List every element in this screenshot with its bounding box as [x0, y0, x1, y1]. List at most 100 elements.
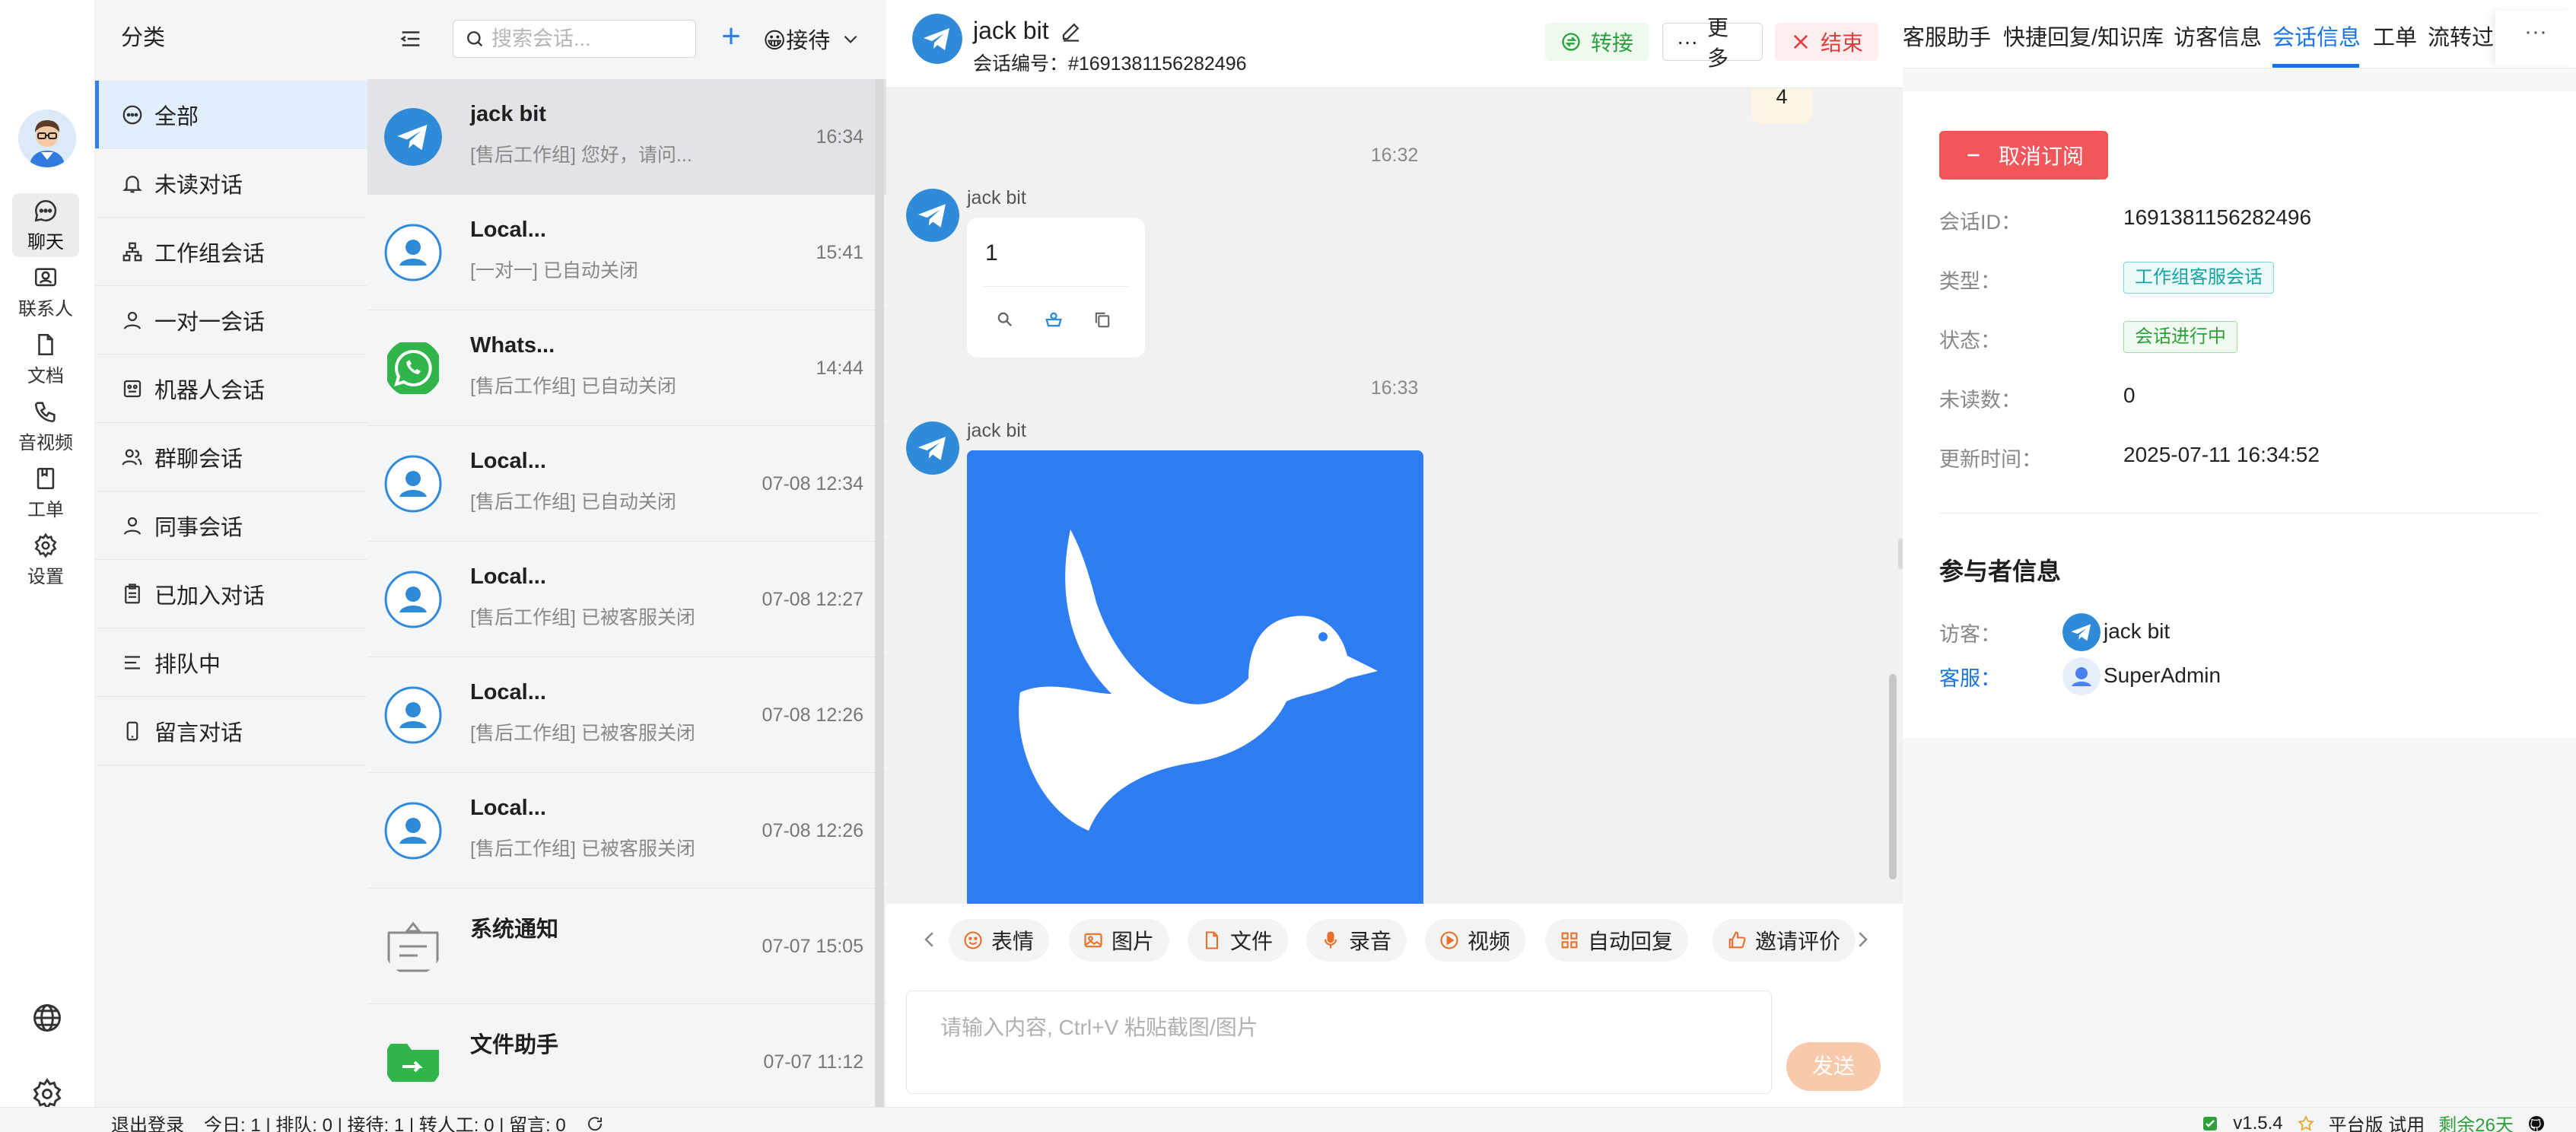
close-icon — [1793, 34, 1808, 49]
composer: 发送 — [886, 977, 1903, 1107]
image-message[interactable] — [967, 450, 1423, 904]
agent-avatar — [2062, 657, 2101, 695]
robot-icon — [123, 380, 142, 397]
conversation-item[interactable]: jack bit [售后工作组] 您好，请问... 16:34 — [367, 79, 886, 195]
category-label: 排队中 — [154, 652, 221, 677]
collapse-menu-icon[interactable] — [398, 26, 424, 52]
category-item-all[interactable]: 全部 — [95, 81, 367, 149]
conversation-item[interactable]: Local... [售后工作组] 已被客服关闭 07-08 12:26 — [367, 657, 886, 773]
robot-basket-icon[interactable] — [1043, 309, 1064, 330]
category-item-queue[interactable]: 排队中 — [95, 628, 367, 697]
edit-pencil-icon[interactable] — [1060, 20, 1083, 43]
message-avatar — [906, 189, 959, 242]
rail-item-av[interactable]: 音视频 — [12, 394, 79, 458]
status-label: 状态： — [1939, 329, 2001, 352]
group-icon — [122, 449, 142, 465]
chat-dots-icon — [122, 105, 142, 124]
category-item-colleague[interactable]: 同事会话 — [95, 491, 367, 560]
category-item-joined[interactable]: 已加入对话 — [95, 560, 367, 628]
record-button[interactable]: 录音 — [1306, 919, 1407, 962]
active-tab-indicator — [2272, 64, 2359, 68]
more-button[interactable]: ··· 更多 — [1662, 16, 1763, 70]
globe-icon[interactable] — [30, 1001, 64, 1035]
video-button[interactable]: 视频 — [1425, 919, 1526, 962]
user-avatar[interactable] — [18, 110, 76, 167]
image-button[interactable]: 图片 — [1069, 919, 1170, 962]
chat-scrollbar[interactable] — [1889, 674, 1897, 879]
receive-status-label: 😀接待 — [763, 29, 831, 53]
refresh-icon[interactable] — [586, 1115, 604, 1132]
conversation-item[interactable]: Local... [售后工作组] 已自动关闭 07-08 12:34 — [367, 426, 886, 542]
chevron-left-icon[interactable] — [918, 928, 941, 951]
telegram-icon — [912, 14, 962, 64]
search-icon[interactable] — [994, 309, 1016, 330]
conversation-time: 15:41 — [816, 242, 863, 263]
tab-flow[interactable]: 流转过 — [2428, 20, 2494, 52]
agent-avatar-icon — [2062, 657, 2101, 695]
end-chat-button[interactable]: 结束 — [1775, 23, 1878, 61]
rail-item-docs[interactable]: 文档 — [12, 327, 79, 391]
category-item-workgroup[interactable]: 工作组会话 — [95, 218, 367, 286]
conversation-item[interactable]: 文件助手 07-07 11:12 — [367, 1004, 886, 1107]
chevron-right-icon[interactable] — [1851, 928, 1874, 951]
ticket-icon — [37, 467, 55, 489]
tab-ticket[interactable]: 工单 — [2373, 20, 2417, 52]
edition-text: 平台版 试用 — [2328, 1115, 2425, 1132]
conversation-item[interactable]: Whats... [售后工作组] 已自动关闭 14:44 — [367, 310, 886, 426]
rail-item-chat[interactable]: 聊天 — [12, 193, 79, 257]
unread-label: 未读数： — [1939, 389, 2021, 412]
conversation-item[interactable]: 系统通知 07-07 15:05 — [367, 889, 886, 1004]
message-input[interactable] — [906, 990, 1772, 1094]
tab-quick-reply[interactable]: 快捷回复/知识库 — [2003, 20, 2164, 52]
category-item-unread[interactable]: 未读对话 — [95, 149, 367, 218]
conversation-list-scrollbar[interactable] — [875, 79, 884, 1107]
icon-rail: 聊天 联系人 文档 音视频 工单 设置 — [0, 0, 95, 1110]
category-item-message[interactable]: 留言对话 — [95, 697, 367, 765]
more-label: 更多 — [1706, 16, 1728, 70]
tab-visitor-info[interactable]: 访客信息 — [2174, 20, 2262, 52]
send-button[interactable]: 发送 — [1786, 1042, 1881, 1091]
app-root: 聊天 联系人 文档 音视频 工单 设置 分类 全部 未读对话 工作组会话 一对一… — [0, 0, 2576, 1132]
conversation-item[interactable]: Local... [一对一] 已自动关闭 15:41 — [367, 195, 886, 310]
copy-icon[interactable] — [1092, 309, 1113, 330]
conversation-name: Whats... — [470, 333, 555, 358]
github-icon[interactable] — [2527, 1115, 2546, 1132]
chat-messages: 4 16:32 jack bit 1 16:33 jack bit — [886, 88, 1903, 904]
chat-contact-avatar[interactable] — [912, 14, 962, 64]
invite-rating-button[interactable]: 邀请评价 — [1713, 919, 1856, 962]
settings-gear-icon[interactable] — [30, 1077, 64, 1111]
tab-session-info[interactable]: 会话信息 — [2272, 20, 2361, 52]
rail-item-contacts[interactable]: 联系人 — [12, 260, 79, 324]
receive-status-dropdown[interactable]: 😀接待 — [763, 23, 860, 55]
category-item-group[interactable]: 群聊会话 — [95, 423, 367, 491]
conversation-item[interactable]: Local... [售后工作组] 已被客服关闭 07-08 12:26 — [367, 773, 886, 889]
category-item-robot[interactable]: 机器人会话 — [95, 355, 367, 423]
emoji-button[interactable]: 表情 — [949, 919, 1050, 962]
tab-assistant[interactable]: 客服助手 — [1903, 20, 1991, 52]
updated-time-label: 更新时间： — [1939, 448, 2042, 471]
more-dots-icon: ··· — [1677, 30, 1698, 53]
category-label: 一对一会话 — [154, 310, 266, 335]
file-button[interactable]: 文件 — [1188, 919, 1289, 962]
rail-item-settings[interactable]: 设置 — [12, 528, 79, 592]
contacts-icon — [34, 267, 57, 286]
conversation-item[interactable]: Local... [售后工作组] 已被客服关闭 07-08 12:27 — [367, 542, 886, 657]
auto-reply-button[interactable]: 自动回复 — [1545, 919, 1689, 962]
clipboard-icon — [125, 583, 140, 603]
add-conversation-button[interactable]: + — [714, 20, 748, 55]
unread-value: 0 — [2123, 383, 2136, 407]
logout-link[interactable]: 退出登录 — [111, 1110, 184, 1132]
transfer-button[interactable]: 转接 — [1545, 23, 1649, 61]
conversation-time: 07-08 12:27 — [762, 589, 863, 610]
bubble-divider — [984, 286, 1128, 287]
unsubscribe-button[interactable]: 取消订阅 — [1939, 131, 2108, 180]
search-input[interactable] — [491, 27, 682, 51]
conversation-avatar — [384, 455, 442, 513]
category-label: 同事会话 — [154, 515, 243, 540]
category-item-one-to-one[interactable]: 一对一会话 — [95, 286, 367, 355]
telegram-icon — [384, 108, 442, 166]
file-icon — [1205, 931, 1219, 949]
rail-item-ticket[interactable]: 工单 — [12, 461, 79, 525]
dove-image — [967, 450, 1423, 904]
tabs-more-button[interactable]: ··· — [2495, 11, 2576, 65]
